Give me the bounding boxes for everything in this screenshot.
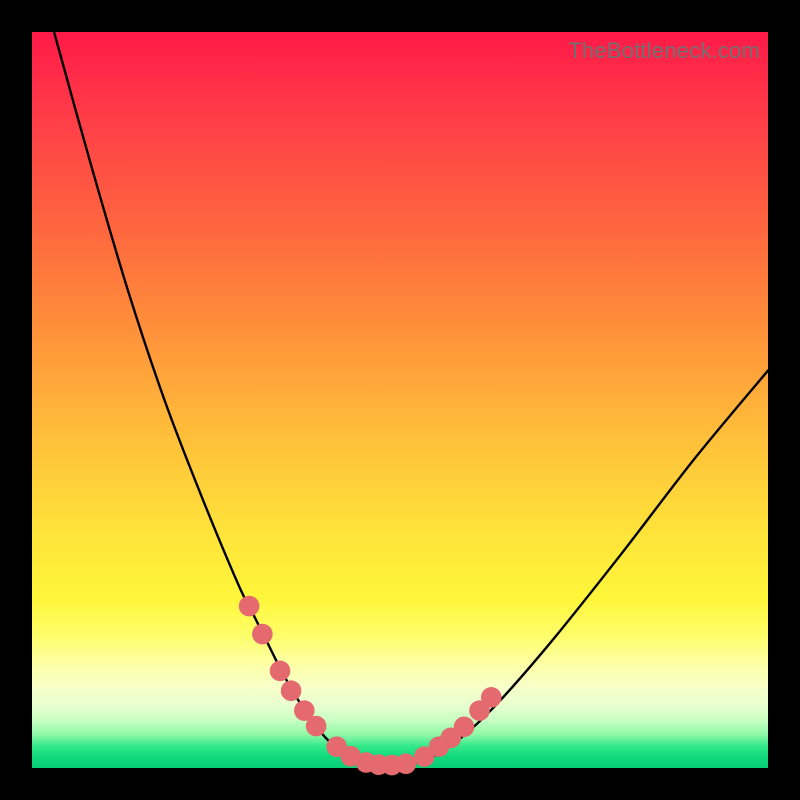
- highlight-dot: [306, 716, 327, 737]
- curve-layer: [32, 32, 768, 768]
- highlight-dot: [396, 753, 417, 774]
- chart-frame: TheBottleneck.com: [0, 0, 800, 800]
- bottleneck-curve-path: [54, 32, 768, 765]
- highlight-dot: [252, 624, 273, 645]
- highlight-dot: [454, 716, 475, 737]
- highlight-dot: [481, 687, 502, 708]
- highlight-dot: [281, 680, 302, 701]
- highlight-dot: [270, 661, 291, 682]
- highlight-dot: [239, 596, 260, 617]
- marker-group: [239, 596, 502, 776]
- plot-area: TheBottleneck.com: [32, 32, 768, 768]
